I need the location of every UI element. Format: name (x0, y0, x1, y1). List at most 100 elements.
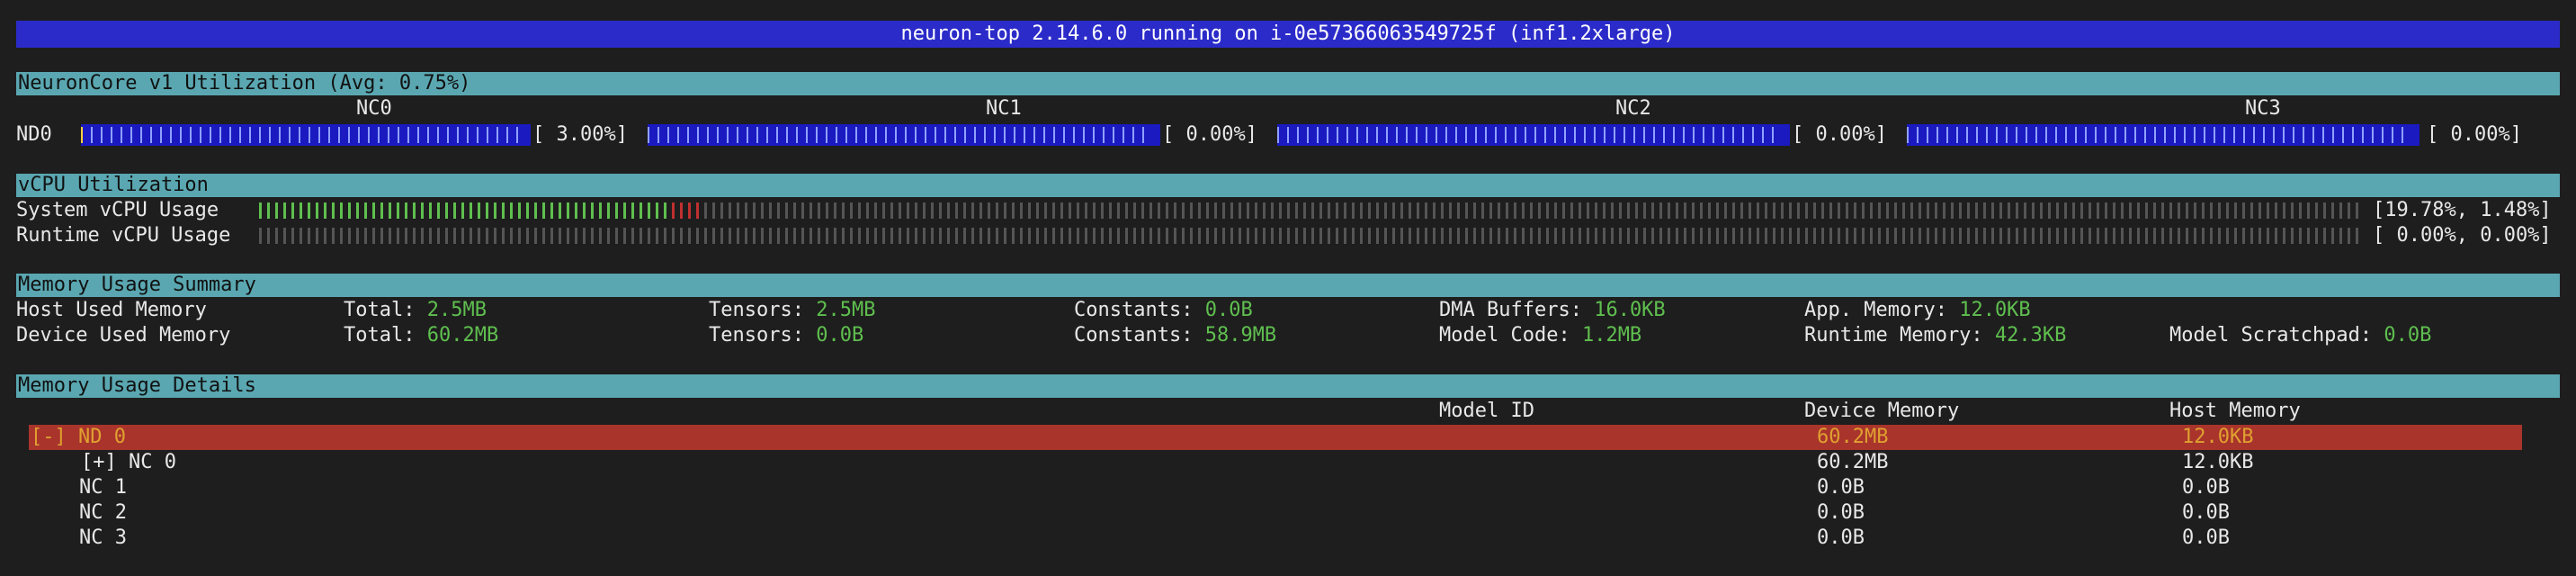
meter-tick (1805, 202, 1808, 219)
tree-row-nc0-label[interactable]: [+] NC 0 (81, 450, 176, 475)
meter-tick (1360, 202, 1363, 219)
meter-tick (1190, 202, 1193, 219)
meter-tick (899, 202, 901, 219)
meter-tick (130, 127, 132, 143)
meter-tick (899, 228, 901, 244)
meter-tick (2184, 127, 2186, 143)
meter-tick (1400, 202, 1403, 219)
meter-tick (615, 202, 618, 219)
meter-tick (2218, 202, 2221, 219)
meter-tick (2105, 228, 2107, 244)
meter-tick (1295, 228, 1298, 244)
meter-tick (1036, 202, 1039, 219)
meter-tick (358, 127, 360, 143)
meter-tick (1870, 228, 1873, 244)
meter-tick (445, 202, 448, 219)
meter-tick (1198, 228, 1201, 244)
selected-row-nd0[interactable] (29, 425, 2522, 450)
meter-tick (1133, 202, 1136, 219)
neuroncore-section-header: NeuronCore v1 Utilization (Avg: 0.75%) (16, 72, 2560, 95)
meter-tick (2275, 202, 2277, 219)
meter-tick (1125, 202, 1128, 219)
meter-tick (631, 228, 634, 244)
meter-tick (121, 127, 122, 143)
meter-tick (2226, 228, 2229, 244)
meter-tick (640, 202, 642, 219)
nc2-label: NC2 (1615, 97, 1651, 120)
meter-tick (2273, 127, 2275, 143)
meter-tick (935, 127, 936, 143)
meter-tick (1668, 202, 1670, 219)
meter-tick (1562, 228, 1565, 244)
meter-tick (1004, 202, 1006, 219)
meter-tick (421, 228, 424, 244)
meter-tick (405, 228, 407, 244)
meter-tick (1773, 228, 1775, 244)
meter-tick (939, 202, 942, 219)
meter-tick (2169, 202, 2172, 219)
meter-tick (2186, 228, 2188, 244)
meter-tick (729, 202, 731, 219)
meter-tick (275, 228, 278, 244)
meter-tick (2164, 127, 2166, 143)
meter-tick (2161, 202, 2164, 219)
meter-tick (696, 228, 699, 244)
meter-tick (890, 202, 893, 219)
meter-tick (796, 127, 798, 143)
meter-tick (2339, 228, 2342, 244)
meter-tick (1239, 202, 1241, 219)
meter-tick (2242, 228, 2245, 244)
meter-tick (1740, 202, 1743, 219)
device-model-code-value: 1.2MB (1581, 324, 1642, 346)
meter-tick (776, 127, 778, 143)
meter-tick (1514, 202, 1516, 219)
tree-row-nc3-label[interactable]: NC 3 (79, 526, 127, 551)
meter-tick (1999, 202, 2002, 219)
meter-tick (1927, 127, 1928, 143)
device-tensors-key: Tensors: (709, 324, 804, 346)
device-model-code-key: Model Code: (1439, 324, 1570, 346)
nc0-utilization-bar (81, 124, 531, 146)
meter-tick (2137, 228, 2140, 244)
meter-tick (599, 202, 602, 219)
tree-row-nc1-label[interactable]: NC 1 (79, 475, 127, 500)
meter-tick (1627, 228, 1630, 244)
meter-tick (259, 228, 262, 244)
meter-tick (793, 228, 796, 244)
meter-tick (421, 202, 424, 219)
meter-tick (1303, 202, 1306, 219)
meter-tick (1336, 228, 1338, 244)
meter-tick (2064, 228, 2067, 244)
tree-row-nc1-host: 0.0B (2182, 476, 2230, 499)
meter-tick (356, 202, 359, 219)
meter-tick (279, 127, 281, 143)
meter-tick (1069, 202, 1071, 219)
meter-tick (874, 228, 877, 244)
meter-tick (1123, 127, 1124, 143)
tree-row-nd0-label[interactable]: [-] ND 0 (31, 425, 126, 450)
meter-tick (2202, 202, 2205, 219)
meter-tick (1935, 202, 1937, 219)
tree-row-nc2-label[interactable]: NC 2 (79, 500, 127, 526)
meter-tick (2218, 228, 2221, 244)
meter-tick (2362, 127, 2364, 143)
meter-tick (1554, 202, 1557, 219)
meter-tick (1417, 202, 1419, 219)
meter-tick (348, 202, 351, 219)
meter-tick (1506, 202, 1508, 219)
meter-tick (1643, 228, 1646, 244)
meter-tick (1158, 202, 1160, 219)
host-tensors: Tensors: 2.5MB (709, 298, 875, 323)
host-dma-buffers: DMA Buffers: 16.0KB (1439, 298, 1666, 323)
tree-row-nc2-host: 0.0B (2182, 501, 2230, 524)
meter-tick (2008, 228, 2010, 244)
meter-tick (318, 127, 320, 143)
meter-tick (1789, 202, 1792, 219)
meter-tick (1109, 202, 1112, 219)
tree-row-nd0-host: 12.0KB (2182, 426, 2254, 448)
meter-tick (1352, 228, 1355, 244)
meter-tick (1752, 127, 1754, 143)
meter-tick (1619, 228, 1622, 244)
meter-tick (1935, 228, 1937, 244)
meter-tick (1392, 202, 1395, 219)
